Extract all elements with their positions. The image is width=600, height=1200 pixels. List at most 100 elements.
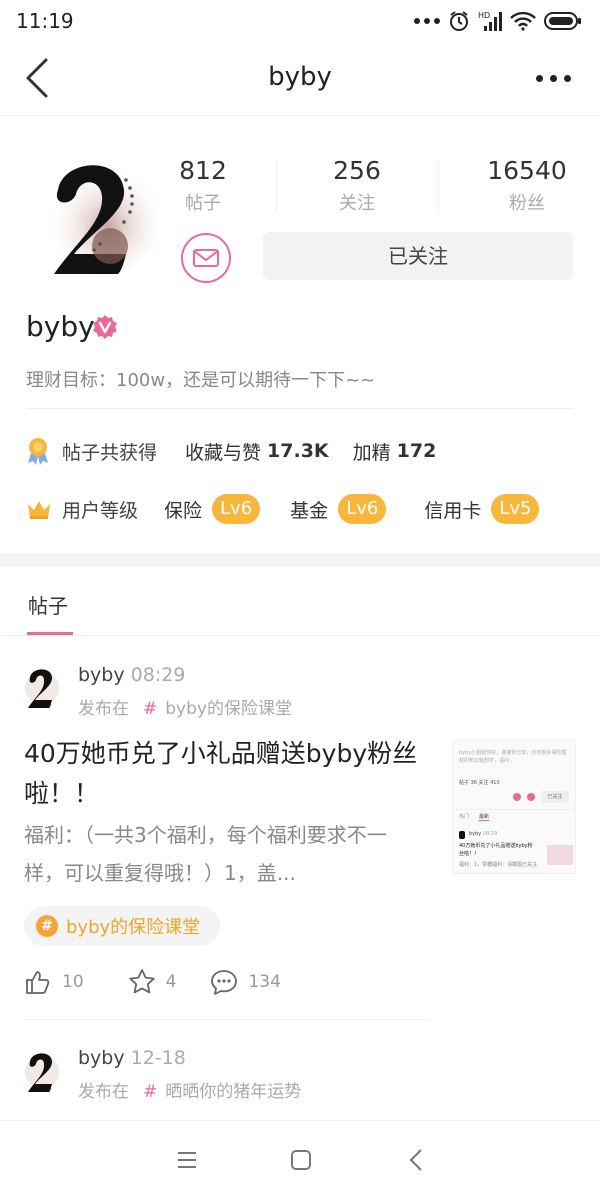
tab-posts[interactable]: 帖子 bbox=[28, 590, 68, 619]
levels-label: 用户等级 bbox=[62, 499, 139, 522]
mail-icon bbox=[193, 249, 219, 267]
stat-following-value: 256 bbox=[333, 156, 381, 185]
home-button[interactable] bbox=[288, 1147, 314, 1173]
topic-hash-icon: # bbox=[36, 915, 58, 937]
post-author-line: byby 12-18 bbox=[78, 1047, 186, 1069]
post-time: 08:29 bbox=[130, 664, 186, 686]
thumb-image bbox=[547, 845, 573, 865]
post-forum-link[interactable]: 晒晒你的猪年运势 bbox=[165, 1082, 301, 1102]
stat-following[interactable]: 256 关注 bbox=[282, 156, 432, 215]
star-icon bbox=[128, 969, 155, 994]
status-bar: 11:19 HD bbox=[0, 0, 600, 44]
thumb-top-text: byby小姐姐你好，谢谢你分享，还有很多保险理财的知识我想学，请问... bbox=[459, 750, 567, 764]
follow-button[interactable]: 已关注 bbox=[263, 232, 573, 280]
stat-followers-value: 16540 bbox=[487, 156, 567, 185]
thumb-tab-latest: 最新 bbox=[479, 814, 490, 821]
post-excerpt[interactable]: 福利：（一共3个福利，每个福利要求不一样，可以重复得哦！）1，盖... bbox=[24, 816, 419, 892]
post-author-line: byby 08:29 bbox=[78, 664, 185, 686]
level-creditcard-label: 信用卡 bbox=[424, 499, 482, 522]
thumbs-up-icon bbox=[26, 971, 50, 994]
post-title[interactable]: 40万她币兑了小礼品赠送byby粉丝啦！！ bbox=[24, 734, 429, 814]
system-back-button[interactable] bbox=[404, 1147, 430, 1173]
alarm-icon bbox=[450, 11, 468, 31]
thumb-time: 08:29 bbox=[482, 831, 498, 837]
post-author-name: byby bbox=[78, 664, 125, 686]
award-featured-value: 172 bbox=[396, 440, 437, 462]
comment-count: 134 bbox=[248, 972, 281, 992]
divider bbox=[26, 408, 574, 409]
stat-posts[interactable]: 812 帖子 bbox=[128, 156, 278, 215]
svg-text:HD: HD bbox=[478, 11, 490, 20]
favorite-button[interactable]: 4 bbox=[128, 968, 177, 996]
comment-icon bbox=[211, 970, 238, 995]
page-title: byby bbox=[268, 62, 332, 92]
thumb-author: byby bbox=[469, 831, 482, 837]
like-button[interactable]: 10 bbox=[24, 968, 84, 996]
stat-divider bbox=[438, 160, 439, 212]
thumb-stats: 帖子 36 关注 410 bbox=[459, 780, 500, 786]
profile-bio: 理财目标：100w，还是可以期待一下下~~ bbox=[26, 370, 376, 391]
back-chevron-icon bbox=[409, 1149, 422, 1171]
status-icons: HD bbox=[414, 8, 582, 34]
status-time: 11:19 bbox=[16, 9, 74, 33]
comment-button[interactable]: 134 bbox=[210, 968, 281, 996]
award-likes-label: 收藏与赞 bbox=[185, 441, 262, 464]
favorite-count: 4 bbox=[165, 972, 177, 992]
thumb-user-icon bbox=[527, 793, 535, 801]
post-time: 12-18 bbox=[130, 1047, 186, 1069]
topic-chip[interactable]: # byby的保险课堂 bbox=[24, 906, 221, 946]
menu-icon bbox=[178, 1152, 196, 1168]
signal-hd-icon: HD bbox=[478, 11, 502, 31]
level-insurance-badge: Lv6 bbox=[212, 494, 261, 524]
medal-icon bbox=[28, 438, 48, 465]
section-gap bbox=[0, 553, 600, 567]
level-fund-label: 基金 bbox=[290, 499, 329, 522]
menu-button[interactable] bbox=[174, 1147, 200, 1173]
hash-icon: # bbox=[143, 699, 158, 719]
thumb-avatar bbox=[459, 831, 465, 839]
thumb-author-line: byby 08:29 bbox=[469, 831, 497, 837]
verified-v-icon bbox=[92, 314, 118, 340]
nav-bar: byby bbox=[0, 44, 600, 116]
more-button[interactable] bbox=[536, 68, 576, 88]
stat-followers[interactable]: 16540 粉丝 bbox=[452, 156, 600, 215]
thumb-title: 40万她币兑了小礼品赠送byby粉丝啦！！ bbox=[459, 843, 533, 857]
stat-followers-label: 粉丝 bbox=[509, 193, 545, 214]
hash-icon: # bbox=[143, 1082, 158, 1102]
post-forum-line: 发布在 # byby的保险课堂 bbox=[78, 694, 292, 719]
home-square-icon bbox=[291, 1150, 311, 1170]
stat-divider bbox=[276, 160, 277, 212]
thumb-divider bbox=[453, 809, 575, 810]
post-actions: 10 4 134 bbox=[24, 966, 281, 998]
more-icon bbox=[536, 74, 571, 82]
post-author-avatar[interactable] bbox=[24, 1048, 60, 1094]
thumb-bell-icon bbox=[513, 793, 521, 801]
posted-in-label: 发布在 bbox=[78, 1082, 129, 1102]
award-featured-label: 加精 bbox=[352, 441, 391, 464]
post-author-name: byby bbox=[78, 1047, 125, 1069]
thumb-follow-button: 已关注 bbox=[541, 791, 569, 803]
like-count: 10 bbox=[62, 972, 84, 992]
awards-row: 帖子共获得 收藏与赞 17.3K 加精 172 bbox=[26, 436, 436, 466]
post-forum-link[interactable]: byby的保险课堂 bbox=[165, 699, 292, 719]
thumb-tab-hot: 热门 bbox=[459, 814, 470, 820]
level-insurance-label: 保险 bbox=[164, 499, 203, 522]
level-creditcard-badge: Lv5 bbox=[491, 494, 540, 524]
profile-name: byby bbox=[26, 310, 95, 343]
divider bbox=[0, 635, 600, 636]
more-dots-icon bbox=[414, 18, 440, 24]
post-forum-line: 发布在 # 晒晒你的猪年运势 bbox=[78, 1077, 301, 1102]
wifi-icon bbox=[510, 11, 536, 31]
message-button[interactable] bbox=[181, 233, 231, 283]
post-author-avatar[interactable] bbox=[24, 664, 60, 710]
stat-posts-value: 812 bbox=[179, 156, 227, 185]
divider bbox=[24, 1019, 429, 1020]
post-thumbnail[interactable]: byby小姐姐你好，谢谢你分享，还有很多保险理财的知识我想学，请问... 帖子 … bbox=[452, 740, 576, 874]
thumb-excerpt: 福利：1，赞糖福利：请截图已关注 bbox=[459, 862, 538, 868]
stat-posts-label: 帖子 bbox=[185, 193, 221, 214]
levels-row: 用户等级 保险 Lv6 基金 Lv6 信用卡 Lv5 bbox=[26, 492, 540, 526]
topic-chip-label: byby的保险课堂 bbox=[66, 917, 201, 938]
awards-label: 帖子共获得 bbox=[62, 441, 158, 464]
level-fund-badge: Lv6 bbox=[338, 494, 387, 524]
system-nav-bar bbox=[0, 1120, 600, 1200]
